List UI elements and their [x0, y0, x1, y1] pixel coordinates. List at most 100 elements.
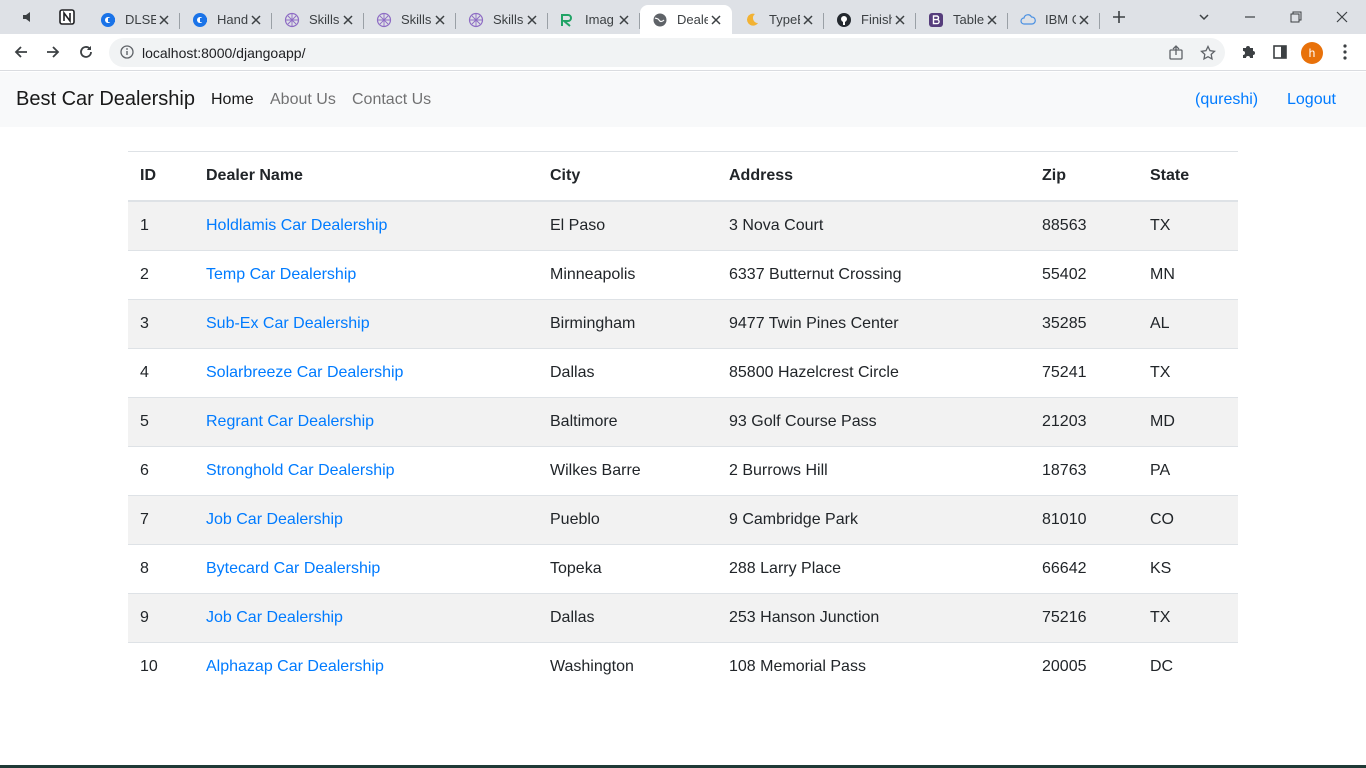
- notion-pinned-tab-icon[interactable]: [53, 3, 81, 31]
- dealers-table: ID Dealer Name City Address Zip State 1H…: [128, 152, 1238, 691]
- dealer-name-link[interactable]: Regrant Car Dealership: [206, 413, 374, 430]
- cell-zip: 35285: [1030, 298, 1138, 348]
- cell-zip: 75241: [1030, 347, 1138, 397]
- cell-state: MD: [1138, 396, 1238, 446]
- dealer-name-link[interactable]: Solarbreeze Car Dealership: [206, 364, 403, 381]
- current-user-link[interactable]: (qureshi): [1195, 91, 1258, 109]
- browser-tab[interactable]: Skills: [272, 5, 364, 34]
- dealer-name-link[interactable]: Job Car Dealership: [206, 511, 343, 528]
- tab-audio-muted-icon[interactable]: [14, 3, 42, 31]
- browser-tab-title: Table: [953, 12, 984, 27]
- column-header-dealer-name: Dealer Name: [194, 152, 538, 202]
- browser-tab[interactable]: Finish: [824, 5, 916, 34]
- dealer-name-link[interactable]: Holdlamis Car Dealership: [206, 217, 387, 234]
- cell-city: Baltimore: [538, 396, 717, 446]
- restore-window-icon[interactable]: [1282, 3, 1310, 31]
- cell-zip: 66642: [1030, 543, 1138, 593]
- table-row: 7 Job Car Dealership Pueblo 9 Cambridge Par…: [128, 494, 1238, 544]
- bookmark-star-icon[interactable]: [1199, 44, 1217, 62]
- close-tab-icon[interactable]: [984, 12, 1000, 28]
- cell-zip: 81010: [1030, 494, 1138, 544]
- site-info-icon[interactable]: [120, 45, 134, 59]
- profile-avatar[interactable]: h: [1301, 42, 1323, 64]
- cell-dealer-name: Temp Car Dealership: [194, 249, 538, 299]
- cell-city: El Paso: [538, 200, 717, 250]
- cell-zip: 55402: [1030, 249, 1138, 299]
- browser-tab[interactable]: Imag: [548, 5, 640, 34]
- cell-zip: 21203: [1030, 396, 1138, 446]
- minimize-window-icon[interactable]: [1236, 3, 1264, 31]
- cell-id: 6: [128, 445, 194, 495]
- close-tab-icon[interactable]: [340, 12, 356, 28]
- browser-tab[interactable]: Skills: [364, 5, 456, 34]
- dealer-name-link[interactable]: Bytecard Car Dealership: [206, 560, 380, 577]
- tab-search-chevron-icon[interactable]: [1190, 3, 1218, 31]
- nav-link-home[interactable]: Home: [211, 91, 254, 109]
- cell-dealer-name: Regrant Car Dealership: [194, 396, 538, 446]
- cell-address: 2 Burrows Hill: [717, 445, 1030, 495]
- cell-city: Washington: [538, 641, 717, 691]
- logout-link[interactable]: Logout: [1287, 91, 1336, 109]
- dealer-name-link[interactable]: Alphazap Car Dealership: [206, 658, 384, 675]
- nav-link-contact-us[interactable]: Contact Us: [352, 91, 431, 109]
- cell-address: 93 Golf Course Pass: [717, 396, 1030, 446]
- cell-dealer-name: Job Car Dealership: [194, 592, 538, 642]
- close-tab-icon[interactable]: [432, 12, 448, 28]
- cell-id: 1: [128, 200, 194, 250]
- cell-address: 3 Nova Court: [717, 200, 1030, 250]
- browser-tab[interactable]: IBM C: [1008, 5, 1100, 34]
- dealer-name-link[interactable]: Sub-Ex Car Dealership: [206, 315, 370, 332]
- browser-tab[interactable]: Hand: [180, 5, 272, 34]
- dealer-name-link[interactable]: Stronghold Car Dealership: [206, 462, 395, 479]
- new-tab-plus-icon[interactable]: [1105, 3, 1133, 31]
- close-tab-icon[interactable]: [616, 12, 632, 28]
- reload-icon[interactable]: [72, 38, 100, 66]
- browser-menu-kebab-icon[interactable]: [1331, 38, 1359, 66]
- address-bar[interactable]: localhost:8000/djangoapp/: [109, 38, 1225, 67]
- extensions-puzzle-icon[interactable]: [1234, 38, 1262, 66]
- browser-tab-active[interactable]: Deale: [640, 5, 732, 34]
- address-url[interactable]: localhost:8000/djangoapp/: [142, 45, 305, 61]
- nav-link-about-us[interactable]: About Us: [270, 91, 336, 109]
- column-header-state: State: [1138, 152, 1238, 202]
- github-icon: [836, 12, 852, 28]
- browser-tab[interactable]: TypeE: [732, 5, 824, 34]
- table-row: 1 Holdlamis Car Dealership El Paso 3 Nova C…: [128, 200, 1238, 250]
- column-header-zip: Zip: [1030, 152, 1138, 202]
- forward-arrow-icon[interactable]: [39, 38, 67, 66]
- cell-id: 7: [128, 494, 194, 544]
- browser-tab-title: DLSE: [125, 12, 156, 27]
- close-tab-icon[interactable]: [892, 12, 908, 28]
- cell-state: CO: [1138, 494, 1238, 544]
- browser-tab-title: Skills: [401, 12, 432, 27]
- cell-address: 108 Memorial Pass: [717, 641, 1030, 691]
- share-icon[interactable]: [1167, 44, 1185, 62]
- skills-network-icon: [376, 12, 392, 28]
- cell-id: 5: [128, 396, 194, 446]
- close-tab-icon[interactable]: [1076, 12, 1092, 28]
- close-tab-icon[interactable]: [248, 12, 264, 28]
- browser-tab[interactable]: Skills: [456, 5, 548, 34]
- dealer-name-link[interactable]: Job Car Dealership: [206, 609, 343, 626]
- close-tab-icon[interactable]: [800, 12, 816, 28]
- browser-tab[interactable]: Table: [916, 5, 1008, 34]
- dealer-name-link[interactable]: Temp Car Dealership: [206, 266, 356, 283]
- cell-state: TX: [1138, 347, 1238, 397]
- side-panel-icon[interactable]: [1266, 38, 1294, 66]
- cell-city: Pueblo: [538, 494, 717, 544]
- browser-tab[interactable]: DLSE: [88, 5, 180, 34]
- chrome-c-icon: [100, 12, 116, 28]
- close-tab-icon[interactable]: [156, 12, 172, 28]
- cell-id: 8: [128, 543, 194, 593]
- close-window-icon[interactable]: [1328, 3, 1356, 31]
- browser-tab-title: TypeE: [769, 12, 800, 27]
- browser-tab-title: Deale: [677, 12, 708, 27]
- cell-dealer-name: Stronghold Car Dealership: [194, 445, 538, 495]
- close-tab-icon[interactable]: [708, 12, 724, 28]
- chrome-c-icon: [192, 12, 208, 28]
- cell-address: 288 Larry Place: [717, 543, 1030, 593]
- back-arrow-icon[interactable]: [7, 38, 35, 66]
- close-tab-icon[interactable]: [524, 12, 540, 28]
- navbar-brand[interactable]: Best Car Dealership: [16, 88, 195, 111]
- table-row: 10 Alphazap Car Dealership Washington 108 M…: [128, 641, 1238, 691]
